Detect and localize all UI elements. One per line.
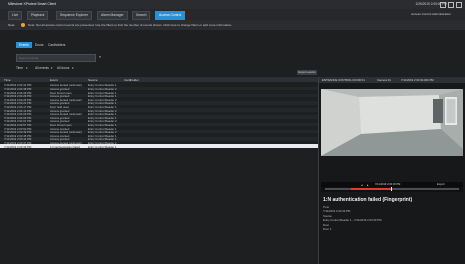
timeline-time: 7/11/2019 2:03:33 PM bbox=[375, 183, 401, 186]
tab-sequence-explorer[interactable]: Sequence Explorer bbox=[56, 11, 93, 20]
search-field[interactable] bbox=[16, 54, 96, 62]
event-preview-panel: ENTRANCE CONTROL DOOR 01 Camera 01 7/11/… bbox=[318, 77, 465, 264]
tab-live[interactable]: Live bbox=[8, 11, 23, 20]
table-row[interactable]: 7/11/2019 2:03:33 PM 1:N authentication f… bbox=[0, 144, 318, 149]
column-header-time[interactable]: Time bbox=[4, 78, 11, 82]
subtab-cardholders[interactable]: Cardholders bbox=[45, 42, 68, 48]
notice-prefix: Note: bbox=[8, 23, 16, 27]
events-table: Time Event Source Cardholder 7/11/2019 2… bbox=[0, 77, 318, 264]
timeline-recording-segment bbox=[351, 188, 391, 190]
window-controls bbox=[440, 1, 462, 8]
event-title: 1:N authentication failed (Fingerprint) bbox=[323, 197, 413, 203]
column-header-source[interactable]: Source bbox=[88, 78, 98, 82]
timeline-playhead[interactable] bbox=[391, 187, 392, 191]
timeline-controls: ◂ ▸ 7/11/2019 2:03:33 PM Export bbox=[321, 182, 463, 187]
tab-search[interactable]: Search bbox=[132, 11, 151, 20]
camera-timestamp: 7/11/2019 2:03:33.000 PM bbox=[401, 78, 434, 83]
search-input[interactable] bbox=[17, 55, 95, 61]
detail-time-value: 7/11/2019 2:03:33 PM bbox=[323, 209, 351, 213]
step-back-icon[interactable]: ◂ bbox=[361, 183, 363, 187]
export-button[interactable]: Export events bbox=[297, 70, 317, 75]
column-header-cardholder[interactable]: Cardholder bbox=[124, 78, 139, 82]
app-title: Milestone XProtect Smart Client bbox=[8, 2, 57, 6]
camera-header: ENTRANCE CONTROL DOOR 01 Camera 01 7/11/… bbox=[319, 77, 465, 83]
notice-text[interactable]: Note: Not all access control events are … bbox=[28, 23, 232, 27]
tab-alarm-manager[interactable]: Alarm Manager bbox=[97, 11, 128, 20]
filter-doors-chevron-icon[interactable]: ▾ bbox=[72, 66, 74, 70]
column-header-event[interactable]: Event bbox=[50, 78, 58, 82]
maximize-icon[interactable] bbox=[448, 1, 454, 8]
detail-source-value: Entry Control Reader 1 - 7/11/2019 2:03:… bbox=[323, 218, 382, 222]
cell-event: 1:N authentication failed bbox=[50, 144, 81, 149]
filter-events-chevron-icon[interactable]: ▾ bbox=[51, 66, 53, 70]
camera-name: ENTRANCE CONTROL DOOR 01 bbox=[322, 78, 365, 83]
filter-doors[interactable]: All doors bbox=[57, 66, 69, 70]
close-icon[interactable] bbox=[456, 1, 462, 8]
title-bar: Milestone XProtect Smart Client 2/26/201… bbox=[0, 0, 465, 9]
camera-video-feed[interactable] bbox=[321, 89, 463, 156]
tab-access-control[interactable]: Access Control bbox=[155, 11, 186, 20]
cell-source: Entry Control Reader 1 bbox=[88, 144, 117, 149]
access-control-admin-link[interactable]: Access Control Administration bbox=[411, 12, 451, 16]
timeline-track[interactable] bbox=[325, 188, 459, 190]
subtab-events[interactable]: Events bbox=[16, 42, 32, 48]
filter-time-chevron-icon[interactable]: ▾ bbox=[26, 66, 28, 70]
warning-dot-icon bbox=[21, 22, 25, 27]
detail-door-value: Door 1 bbox=[323, 227, 332, 231]
table-header: Time Event Source Cardholder bbox=[0, 77, 318, 82]
minimize-icon[interactable] bbox=[440, 1, 446, 8]
search-icon[interactable]: ⌕ bbox=[97, 54, 103, 60]
filter-events[interactable]: All events bbox=[35, 66, 49, 70]
play-icon[interactable]: ▸ bbox=[367, 183, 369, 187]
notice-bar: Note: Note: Not all access control event… bbox=[0, 20, 465, 30]
camera-scene bbox=[321, 89, 463, 156]
cell-time: 7/11/2019 2:03:33 PM bbox=[4, 144, 32, 149]
playback-timeline[interactable]: ◂ ▸ 7/11/2019 2:03:33 PM Export bbox=[321, 182, 463, 192]
camera-label: Camera 01 bbox=[377, 78, 391, 83]
export-clip-button[interactable]: Export bbox=[437, 183, 445, 186]
filter-area bbox=[0, 30, 465, 70]
tab-playback[interactable]: Playback bbox=[27, 11, 49, 20]
filter-time[interactable]: Time bbox=[16, 66, 23, 70]
